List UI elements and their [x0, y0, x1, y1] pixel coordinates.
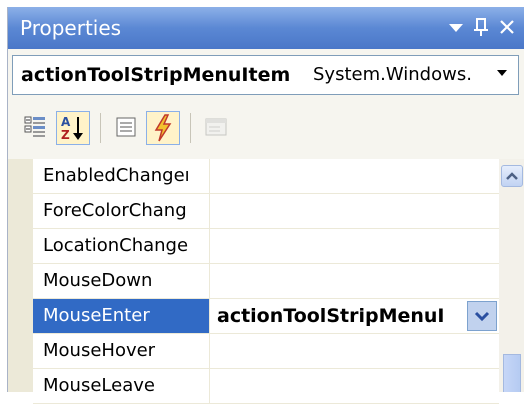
events-lightning-icon	[154, 114, 172, 142]
close-button[interactable]	[496, 15, 518, 39]
event-handler-value[interactable]	[211, 194, 499, 228]
svg-text:A: A	[61, 115, 71, 129]
scroll-up-button[interactable]	[501, 165, 523, 187]
event-name: EnabledChangeı	[33, 159, 210, 193]
toolbar-separator	[100, 113, 101, 143]
events-button[interactable]	[146, 111, 180, 145]
event-handler-value[interactable]: actionToolStripMenuI	[211, 299, 499, 333]
event-handler-value[interactable]	[211, 159, 499, 193]
categorized-button[interactable]	[20, 111, 54, 145]
event-name: ForeColorChang	[33, 194, 210, 228]
grid-row[interactable]: LocationChange	[33, 229, 499, 264]
vertical-scrollbar[interactable]	[499, 159, 524, 392]
close-icon	[500, 20, 514, 34]
property-pages-icon	[205, 118, 227, 136]
event-name: MouseLeave	[33, 369, 210, 403]
event-name: LocationChange	[33, 229, 210, 263]
grid-row-selected[interactable]: MouseEnter actionToolStripMenuI	[33, 299, 499, 334]
chevron-up-icon	[506, 172, 518, 180]
window-position-button[interactable]	[444, 15, 468, 39]
object-selector-combo[interactable]: actionToolStripMenuItem System.Windows.	[12, 55, 519, 95]
categorized-icon	[24, 116, 45, 137]
event-name: MouseHover	[33, 334, 210, 368]
grid-row[interactable]: MouseLeave	[33, 369, 499, 404]
alphabetical-button[interactable]: A Z	[56, 111, 90, 145]
event-handler-value[interactable]	[211, 334, 499, 368]
auto-hide-button[interactable]	[470, 15, 492, 39]
pin-icon	[474, 18, 488, 36]
chevron-down-icon	[474, 311, 490, 322]
property-pages-button[interactable]	[200, 111, 234, 145]
title-bar: Properties	[8, 7, 524, 49]
toolbar-separator	[190, 113, 191, 143]
event-handler-value[interactable]	[211, 229, 499, 263]
grid-gutter	[8, 159, 33, 392]
selected-object-type: System.Windows.	[313, 64, 472, 85]
event-handler-value[interactable]	[211, 264, 499, 298]
chevron-down-icon	[497, 70, 507, 76]
grid-row[interactable]: EnabledChangeı	[33, 159, 499, 194]
scroll-thumb[interactable]	[503, 354, 521, 392]
combo-dropdown-button[interactable]	[488, 58, 516, 92]
grid-row[interactable]: ForeColorChang	[33, 194, 499, 229]
event-handler-value[interactable]	[211, 369, 499, 403]
property-grid: EnabledChangeı ForeColorChang LocationCh…	[8, 159, 524, 404]
handler-dropdown-button[interactable]	[467, 301, 497, 331]
properties-button[interactable]	[110, 111, 144, 145]
properties-toolbar: A Z	[8, 103, 524, 153]
svg-text:Z: Z	[61, 128, 70, 142]
properties-icon	[116, 117, 136, 137]
grid-row[interactable]: MouseDown	[33, 264, 499, 299]
alphabetical-icon: A Z	[61, 115, 83, 142]
event-name: MouseDown	[33, 264, 210, 298]
window-title: Properties	[20, 16, 122, 40]
properties-window: Properties actionToolStripMenuItem Syste…	[7, 7, 524, 404]
event-name: MouseEnter	[33, 299, 210, 333]
dropdown-arrow-icon	[449, 24, 463, 32]
grid-row[interactable]: MouseHover	[33, 334, 499, 369]
selected-object-name: actionToolStripMenuItem	[21, 64, 291, 86]
